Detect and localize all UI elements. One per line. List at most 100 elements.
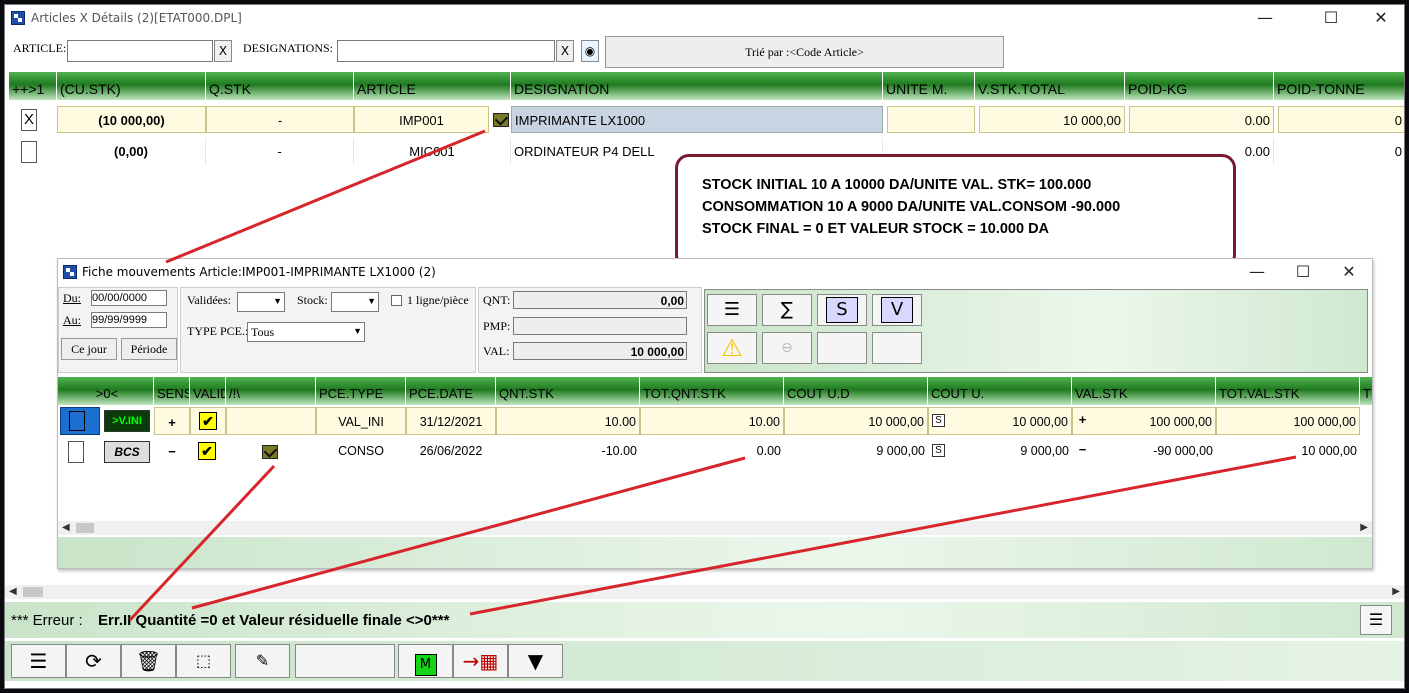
cell-article: MIC001 xyxy=(354,138,511,165)
sub-header-sens[interactable]: SENS xyxy=(154,377,190,405)
empty-tool-1[interactable] xyxy=(817,332,867,364)
designation-clear-button[interactable]: X xyxy=(556,40,574,62)
s-icon[interactable]: S xyxy=(817,294,867,326)
valid-check-icon[interactable]: ✔ xyxy=(198,442,216,460)
export-grid-icon[interactable]: →▦ xyxy=(453,644,508,678)
sub-maximize-icon[interactable]: ☐ xyxy=(1280,259,1326,287)
close-icon[interactable]: ✕ xyxy=(1358,5,1404,33)
trash-icon[interactable]: 🗑 xyxy=(121,644,176,678)
cell-tot-qnt: 0.00 xyxy=(756,444,781,458)
refresh-icon[interactable]: ⟳ xyxy=(66,644,121,678)
movements-grid: >0< SENS VALID /!\ PCE.TYPE PCE.DATE QNT… xyxy=(58,377,1372,527)
sub-header-cout-ud[interactable]: COUT U.D xyxy=(784,377,928,405)
sub-close-icon[interactable]: ✕ xyxy=(1326,259,1372,287)
row-selector[interactable] xyxy=(60,407,100,435)
sub-header-qnt-stk[interactable]: QNT.STK xyxy=(496,377,640,405)
ligne-checkbox[interactable] xyxy=(391,295,402,306)
cell-cout-u: 10 000,00 xyxy=(928,407,1072,435)
designation-input[interactable] xyxy=(337,40,555,62)
sort-button[interactable]: Trié par :<Code Article> xyxy=(605,36,1004,68)
sub-scroll-thumb[interactable] xyxy=(76,523,94,533)
sub-header-tot-qnt[interactable]: TOT.QNT.STK xyxy=(640,377,784,405)
sub-header-0[interactable]: >0< xyxy=(58,377,154,405)
text-frame-icon[interactable]: ⬚ xyxy=(176,644,231,678)
article-input[interactable] xyxy=(67,40,213,62)
minimize-icon[interactable]: — xyxy=(1242,5,1288,33)
menu-icon[interactable]: ☰ xyxy=(11,644,66,678)
scroll-thumb[interactable] xyxy=(23,587,43,597)
maximize-icon[interactable]: ☐ xyxy=(1308,5,1354,33)
periode-button[interactable]: Période xyxy=(121,338,177,360)
article-clear-button[interactable]: X xyxy=(214,40,232,62)
sub-minimize-icon[interactable]: — xyxy=(1234,259,1280,287)
au-label: Au: xyxy=(63,313,81,327)
main-horizontal-scrollbar[interactable]: ◀ ▶ xyxy=(5,585,1404,599)
edit-doc-icon[interactable]: ✎ xyxy=(235,644,290,678)
filter-icon[interactable]: ▼ xyxy=(508,644,563,678)
s-mini-icon: S xyxy=(932,414,945,427)
sum-icon[interactable]: ∑ xyxy=(762,294,812,326)
du-input[interactable] xyxy=(91,290,167,306)
sliders-icon[interactable]: ☰ xyxy=(1360,605,1392,635)
val-value: 10 000,00 xyxy=(513,342,687,360)
sub-header-cout-u[interactable]: COUT U. xyxy=(928,377,1072,405)
row-checkbox[interactable]: X xyxy=(21,109,37,131)
stock-select[interactable]: ▼ xyxy=(331,292,379,312)
du-label: Du: xyxy=(63,291,81,305)
filter-panel: Validées: ▼ Stock: ▼ 1 ligne/pièce TYPE … xyxy=(180,287,476,373)
header-col-0[interactable]: ++>1 xyxy=(9,72,57,100)
scroll-right-icon[interactable]: ▶ xyxy=(1392,586,1400,597)
status-prefix: *** Erreur : xyxy=(11,612,83,629)
header-article[interactable]: ARTICLE xyxy=(354,72,511,100)
envelope-icon[interactable] xyxy=(262,445,278,459)
cell-sens: + xyxy=(154,407,190,435)
sub-scroll-left-icon[interactable]: ◀ xyxy=(62,522,70,533)
envelope-icon[interactable] xyxy=(493,113,509,127)
v-icon[interactable]: V xyxy=(872,294,922,326)
sub-menu-icon[interactable]: ☰ xyxy=(707,294,757,326)
sub-header-tot-val[interactable]: TOT.VAL.STK xyxy=(1216,377,1360,405)
scroll-left-icon[interactable]: ◀ xyxy=(9,586,17,597)
val-label: VAL: xyxy=(483,344,510,358)
sub-header-pce-date[interactable]: PCE.DATE xyxy=(406,377,496,405)
sub-header-valid[interactable]: VALID xyxy=(190,377,226,405)
cell-v-stk-total: 10 000,00 xyxy=(979,106,1125,133)
type-pce-select[interactable]: Tous ▼ xyxy=(247,322,365,342)
row-checkbox[interactable] xyxy=(21,141,37,163)
window-title: Articles X Détails (2)[ETAT000.DPL] xyxy=(31,11,242,25)
eye-icon[interactable]: ◉ xyxy=(581,40,599,62)
valid-check-icon[interactable]: ✔ xyxy=(199,412,217,430)
link-icon[interactable]: ⊖ xyxy=(762,332,812,364)
sub-header-val-stk[interactable]: VAL.STK xyxy=(1072,377,1216,405)
sub-status-bar xyxy=(58,537,1372,568)
plus-mini-icon: + xyxy=(1078,412,1087,427)
sub-header-pce-type[interactable]: PCE.TYPE xyxy=(316,377,406,405)
header-q-stk[interactable]: Q.STK xyxy=(206,72,354,100)
header-v-stk-total[interactable]: V.STK.TOTAL xyxy=(975,72,1125,100)
validees-select[interactable]: ▼ xyxy=(237,292,285,312)
m-green-icon[interactable]: M xyxy=(398,644,453,678)
sub-scroll-right-icon[interactable]: ▶ xyxy=(1360,522,1368,533)
cell-val-stk: -90 000,00 xyxy=(1153,444,1213,458)
empty-button[interactable] xyxy=(295,644,395,678)
empty-tool-2[interactable] xyxy=(872,332,922,364)
sub-horizontal-scrollbar[interactable]: ◀ ▶ xyxy=(58,521,1372,535)
s-mini-icon: S xyxy=(932,444,945,457)
warning-icon[interactable]: ⚠ xyxy=(707,332,757,364)
header-poid-kg[interactable]: POID-KG xyxy=(1125,72,1274,100)
sub-header-warn[interactable]: /!\ xyxy=(226,377,316,405)
header-poid-tonne[interactable]: POID-TONNE xyxy=(1274,72,1404,100)
header-unite[interactable]: UNITE M. xyxy=(883,72,975,100)
cell-sens: − xyxy=(168,444,176,459)
ce-jour-button[interactable]: Ce jour xyxy=(61,338,117,360)
bcs-badge: BCS xyxy=(104,441,150,463)
status-message: Err.II Quantité =0 et Valeur résiduelle … xyxy=(98,612,450,629)
header-designation[interactable]: DESIGNATION xyxy=(511,72,883,100)
header-cu-stk[interactable]: (CU.STK) xyxy=(57,72,206,100)
cell-pce-type: VAL_INI xyxy=(316,407,406,435)
au-input[interactable] xyxy=(91,312,167,328)
row-checkbox[interactable] xyxy=(68,441,84,463)
cell-cout-ud: 9 000,00 xyxy=(876,444,925,458)
cell-qnt-stk: -10.00 xyxy=(601,444,637,458)
sub-header-t[interactable]: T xyxy=(1360,377,1372,405)
